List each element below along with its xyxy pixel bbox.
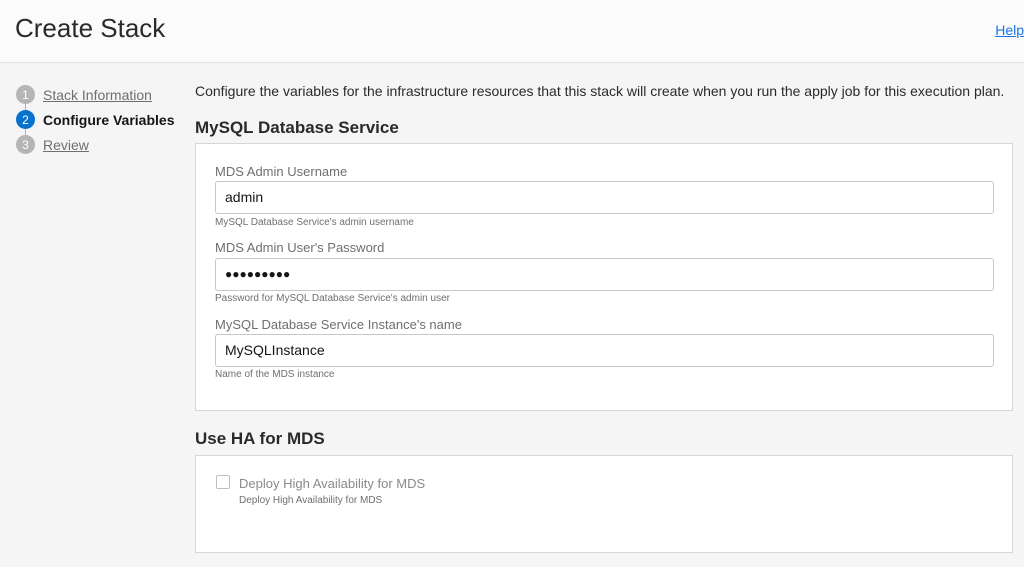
step-number: 2 [16,110,35,129]
step-number: 1 [16,85,35,104]
page-header: Create Stack Help [0,0,1024,63]
wizard-steps: 1 Stack Information 2 Configure Variables … [16,82,174,157]
help-link[interactable]: Help [995,22,1024,38]
step-configure-variables: 2 Configure Variables [16,107,174,132]
field-label: MySQL Database Service Instance's name [215,317,462,332]
mds-panel: MDS Admin Username admin MySQL Database … [195,143,1013,411]
step-stack-information[interactable]: 1 Stack Information [16,82,174,107]
section-title-mds: MySQL Database Service [195,118,399,137]
instance-name-input[interactable]: MySQLInstance [215,334,994,367]
step-label[interactable]: Review [43,137,89,153]
page-title: Create Stack [15,13,166,43]
deploy-ha-checkbox[interactable] [216,475,230,489]
ha-panel: Deploy High Availability for MDS Deploy … [195,455,1013,553]
field-label: MDS Admin User's Password [215,240,385,255]
step-number: 3 [16,135,35,154]
field-hint: Password for MySQL Database Service's ad… [215,293,450,304]
intro-text: Configure the variables for the infrastr… [195,83,1005,99]
step-label: Configure Variables [43,111,175,128]
field-label: MDS Admin Username [215,164,348,179]
admin-password-input[interactable]: ●●●●●●●●● [215,258,994,291]
field-hint: MySQL Database Service's admin username [215,217,414,228]
step-label[interactable]: Stack Information [43,87,152,103]
deploy-ha-label[interactable]: Deploy High Availability for MDS [239,476,425,491]
step-review[interactable]: 3 Review [16,132,174,157]
admin-username-input[interactable]: admin [215,181,994,214]
field-hint: Name of the MDS instance [215,369,335,380]
section-title-ha: Use HA for MDS [195,429,325,448]
deploy-ha-hint: Deploy High Availability for MDS [239,495,383,506]
